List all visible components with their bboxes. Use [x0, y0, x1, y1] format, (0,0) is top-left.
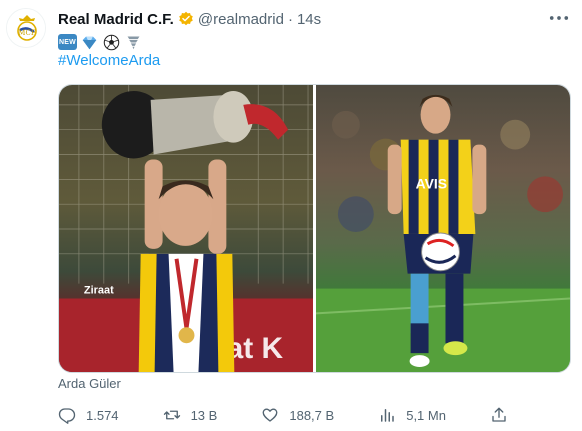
retweet-button[interactable]: 13 B — [163, 406, 218, 424]
svg-text:Ziraat: Ziraat — [84, 285, 114, 297]
like-button[interactable]: 188,7 B — [261, 406, 334, 424]
tweet-actions: 1.574 13 B 188,7 B 5,1 Mn — [58, 404, 508, 426]
heart-icon — [262, 408, 278, 422]
photo-player-with-ball[interactable]: AVIS — [316, 85, 570, 372]
new-button-emoji: NEW — [58, 34, 77, 50]
tweet-header: Real Madrid C.F. @realmadrid · 14s — [58, 9, 321, 29]
views-count: 5,1 Mn — [406, 407, 446, 423]
share-icon — [492, 407, 506, 422]
real-madrid-crest-icon: MCF — [7, 9, 45, 47]
share-button[interactable] — [490, 406, 508, 424]
tornado-emoji — [123, 33, 143, 51]
media-grid: hat K Ziraat AVIS — [58, 84, 571, 373]
retweet-icon — [163, 410, 180, 420]
svg-text:AVIS: AVIS — [416, 175, 447, 191]
separator-dot: · — [287, 10, 293, 28]
reply-button[interactable]: 1.574 — [58, 406, 119, 424]
more-icon[interactable] — [548, 9, 570, 27]
emoji-row: NEW — [58, 32, 143, 52]
verified-badge-icon — [178, 11, 194, 27]
views-button[interactable]: 5,1 Mn — [378, 406, 446, 424]
reply-count: 1.574 — [86, 407, 119, 423]
views-icon — [381, 409, 394, 422]
hashtag-link[interactable]: #WelcomeArda — [58, 52, 160, 70]
retweet-count: 13 B — [190, 407, 218, 423]
avatar[interactable]: MCF — [6, 8, 46, 48]
svg-text:MCF: MCF — [18, 29, 36, 37]
author-name[interactable]: Real Madrid C.F. — [58, 11, 174, 28]
media-caption[interactable]: Arda Güler — [58, 376, 121, 391]
soccer-ball-emoji — [101, 33, 121, 51]
tweet-card[interactable]: MCF Real Madrid C.F. @realmadrid · 14s N… — [0, 0, 582, 431]
photo-trophy-celebration[interactable]: hat K Ziraat — [59, 85, 313, 372]
tweet-timestamp[interactable]: 14s — [297, 11, 321, 28]
reply-icon — [58, 408, 76, 424]
like-count: 188,7 B — [289, 407, 335, 423]
diamond-emoji — [79, 33, 99, 51]
author-handle[interactable]: @realmadrid — [198, 11, 284, 28]
